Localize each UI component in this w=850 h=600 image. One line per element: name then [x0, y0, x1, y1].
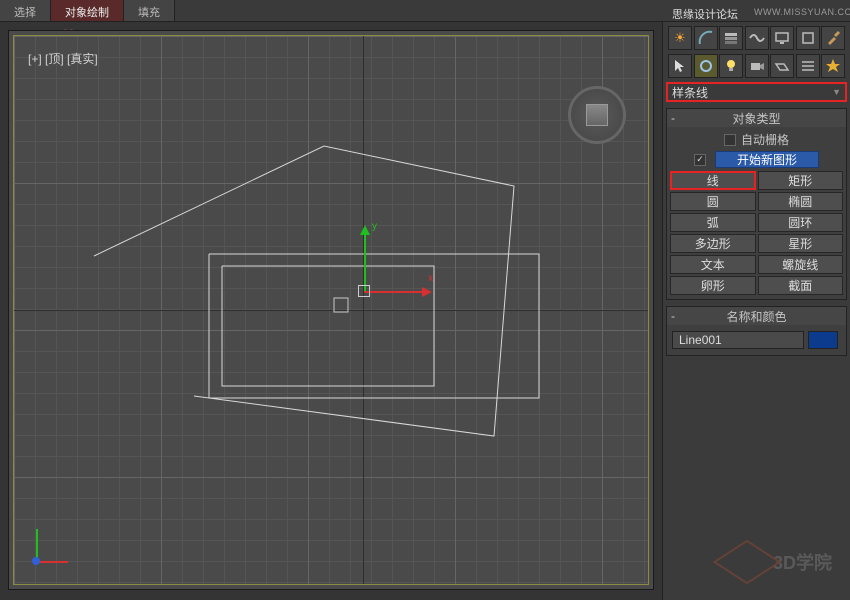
shape-line-button[interactable]: 线: [670, 171, 756, 190]
command-panel-tabs: ☀: [666, 26, 847, 50]
cameras-icon[interactable]: [745, 54, 769, 78]
tab-object-paint[interactable]: 对象绘制: [51, 0, 124, 21]
shape-ngon-button[interactable]: 多边形: [670, 234, 756, 253]
shape-egg-button[interactable]: 卵形: [670, 276, 756, 295]
gizmo-x-label: x: [428, 273, 433, 284]
start-new-shape-button[interactable]: 开始新图形: [715, 151, 819, 168]
rollout-header-name-color[interactable]: - 名称和颜色: [667, 307, 846, 325]
helpers-icon[interactable]: [770, 54, 794, 78]
shape-star-button[interactable]: 星形: [758, 234, 844, 253]
collapse-icon: -: [671, 111, 675, 125]
forum-watermark-url: WWW.MISSYUAN.COM: [754, 7, 850, 17]
object-name-input[interactable]: Line001: [672, 331, 804, 349]
tab-fill[interactable]: 填充: [124, 0, 175, 21]
create-category-tabs: [666, 54, 847, 78]
chevron-down-icon: ▼: [832, 87, 841, 97]
collapse-icon: -: [671, 309, 675, 323]
lights-icon[interactable]: [719, 54, 743, 78]
layers-icon[interactable]: [719, 26, 743, 50]
hammer-icon[interactable]: [821, 26, 845, 50]
shape-circle-button[interactable]: 圆: [670, 192, 756, 211]
pointer-icon[interactable]: [668, 54, 692, 78]
shape-button-grid: 线 矩形 圆 椭圆 弧 圆环 多边形 星形 文本 螺旋线 卵形 截面: [670, 171, 843, 295]
shape-ellipse-button[interactable]: 椭圆: [758, 192, 844, 211]
object-type-rollout: - 对象类型 自动栅格 ✓ 开始新图形 线 矩形 圆 椭圆 弧: [666, 108, 847, 300]
axis-tripod: [36, 561, 37, 562]
shape-section-button[interactable]: 截面: [758, 276, 844, 295]
shape-category-dropdown[interactable]: 样条线 ▼: [666, 82, 847, 102]
systems-icon[interactable]: [821, 54, 845, 78]
shape-arc-button[interactable]: 弧: [670, 213, 756, 232]
rollout-header-object-type[interactable]: - 对象类型: [667, 109, 846, 127]
display-icon[interactable]: [770, 26, 794, 50]
arc-icon[interactable]: [694, 26, 718, 50]
shapes-icon[interactable]: [694, 54, 718, 78]
tab-select[interactable]: 选择: [0, 0, 51, 21]
autogrid-checkbox[interactable]: [724, 134, 736, 146]
shape-rectangle-button[interactable]: 矩形: [758, 171, 844, 190]
shape-helix-button[interactable]: 螺旋线: [758, 255, 844, 274]
command-panel: ☀ 样条线 ▼ - 对象类型: [662, 22, 850, 600]
utilities-icon[interactable]: [796, 26, 820, 50]
gizmo-y-label: y: [372, 221, 377, 232]
object-color-swatch[interactable]: [808, 331, 838, 349]
watermark-logo: 3D学院: [727, 542, 832, 582]
sun-icon[interactable]: ☀: [668, 26, 692, 50]
spline-shapes: [14, 36, 648, 584]
transform-gizmo[interactable]: x y: [364, 291, 365, 292]
name-color-rollout: - 名称和颜色 Line001: [666, 306, 847, 356]
rollout-title: 对象类型: [732, 110, 780, 127]
viewport[interactable]: [+] [顶] [真实] x y: [8, 30, 654, 590]
autogrid-label: 自动栅格: [741, 131, 789, 148]
dropdown-label: 样条线: [672, 84, 708, 101]
rollout-title: 名称和颜色: [726, 308, 786, 325]
shape-donut-button[interactable]: 圆环: [758, 213, 844, 232]
spacewarps-icon[interactable]: [796, 54, 820, 78]
top-tabs: 选择 对象绘制 填充: [0, 0, 850, 22]
shape-text-button[interactable]: 文本: [670, 255, 756, 274]
startnew-checkbox[interactable]: ✓: [694, 154, 706, 166]
motion-icon[interactable]: [745, 26, 769, 50]
